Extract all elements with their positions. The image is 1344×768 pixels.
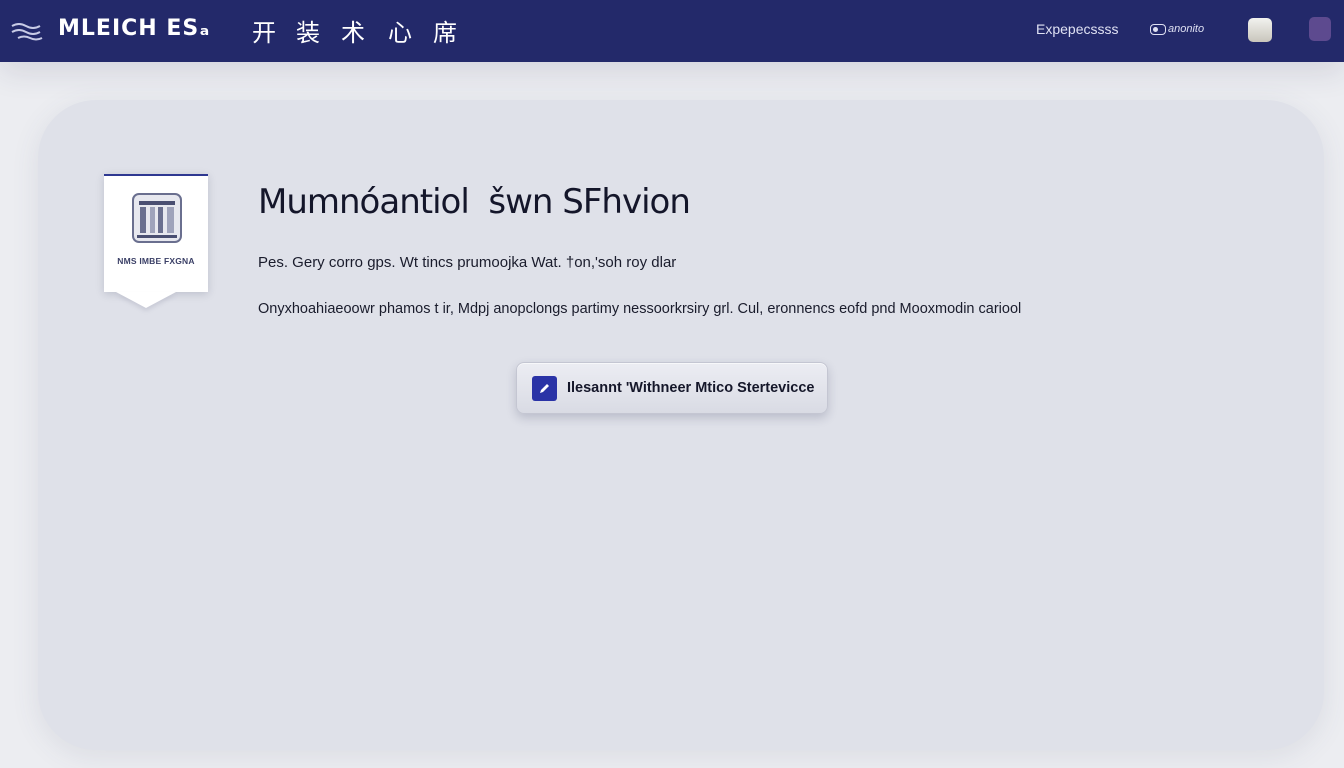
building-emblem-icon: [131, 192, 183, 244]
service-badge: NMS IMBE FXGNA: [104, 174, 208, 292]
toggle-icon: [1150, 23, 1166, 35]
nav-item-3[interactable]: 术: [341, 13, 365, 48]
nav-item-2[interactable]: 装: [296, 13, 320, 48]
nav-link-expenses[interactable]: Expepесssss: [1036, 21, 1118, 37]
nav-item-1[interactable]: 开: [252, 13, 276, 48]
page-subtitle: Pes. Gery corro gps. Wt tincs prumoojka …: [258, 254, 677, 271]
menu-icon[interactable]: [10, 20, 44, 44]
page-title: Mumnóantiol šwn SFhvion: [258, 182, 691, 222]
profile-button[interactable]: [1309, 17, 1331, 41]
primary-action-label: Ilesannt 'Withneer Mtico Stertevicce: [567, 380, 815, 396]
badge-label: NMS IMBE FXGNA: [117, 256, 195, 266]
edit-icon: [532, 375, 557, 401]
nav-item-5[interactable]: 席: [433, 13, 457, 48]
top-navigation-bar: MLEICH ESₐ 开 装 术 心 席 Expepесssss anonito: [0, 0, 1344, 62]
nav-item-4[interactable]: 心: [388, 13, 412, 48]
account-label: anonito: [1168, 23, 1205, 35]
brand-logo[interactable]: MLEICH ESₐ: [58, 16, 210, 41]
settings-button[interactable]: [1248, 18, 1272, 42]
primary-action-button[interactable]: Ilesannt 'Withneer Mtico Stertevicce: [516, 362, 828, 414]
page-description: Onyxhoahiaeoowr phamos t ir, Mdpj anopcl…: [258, 301, 1022, 317]
main-card: NMS IMBE FXGNA Mumnóantiol šwn SFhvion P…: [38, 100, 1324, 750]
account-toggle[interactable]: anonito: [1150, 23, 1204, 35]
